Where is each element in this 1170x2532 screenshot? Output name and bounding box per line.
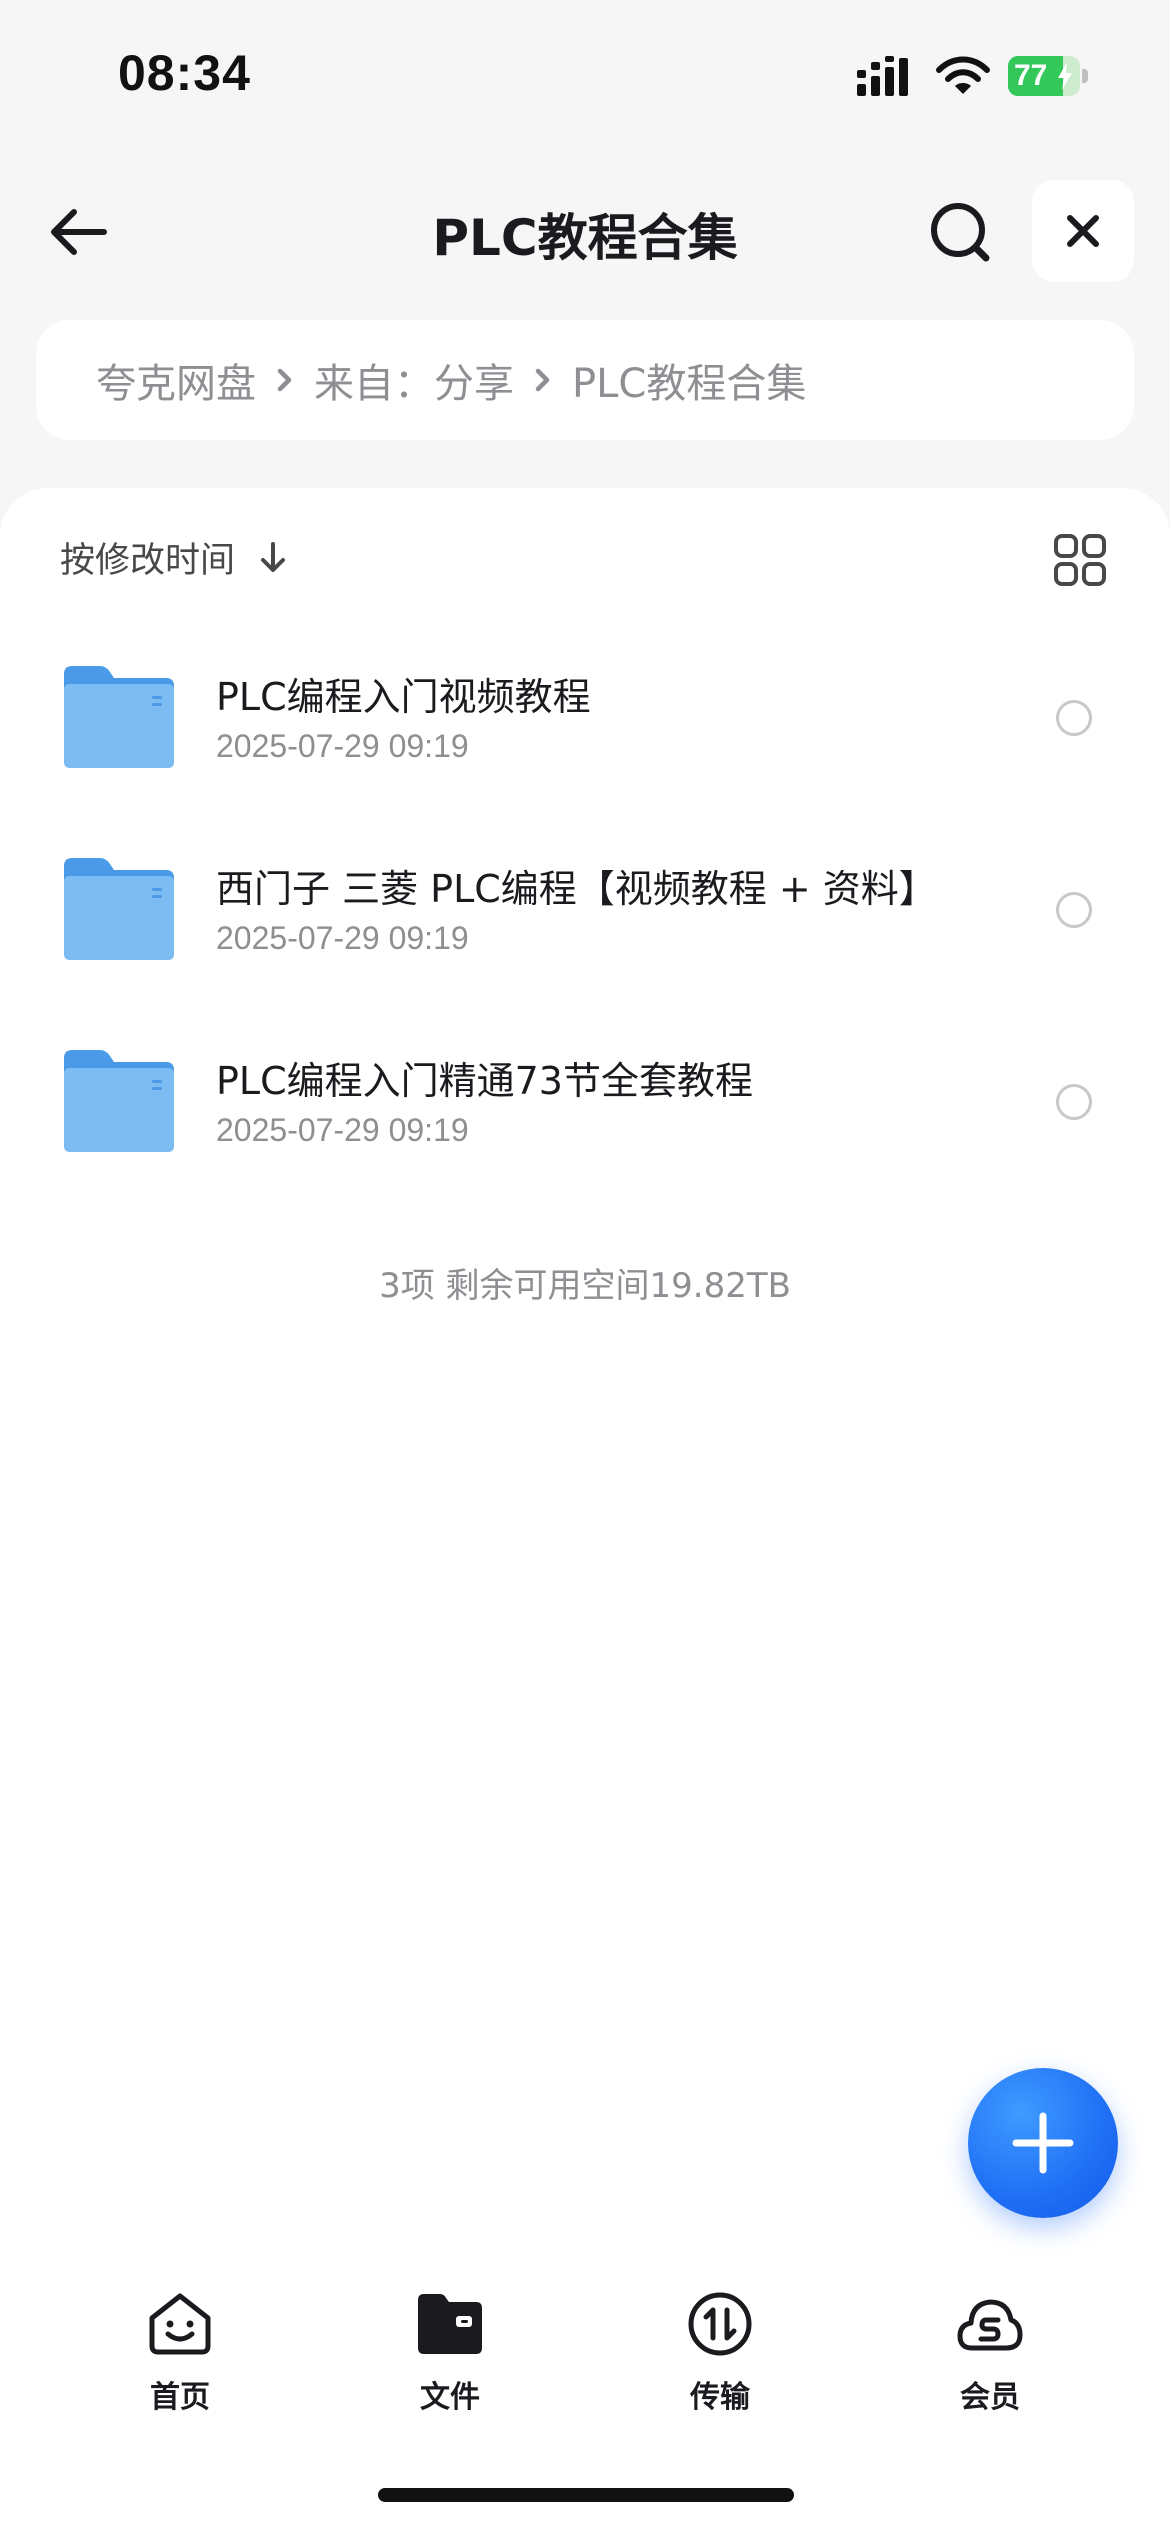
file-date: 2025-07-29 09:19 [216,920,469,956]
file-date: 2025-07-29 09:19 [216,1112,469,1148]
tab-transfer[interactable]: 传输 [630,2290,810,2420]
storage-summary: 3项 剩余可用空间19.82TB [379,1266,791,1306]
status-bar: 08:34 77 [0,0,1170,140]
file-name: 西门子 三菱 PLC编程【视频教程 + 资料】 [216,867,937,911]
breadcrumb-item-share[interactable]: 来自：分享 [314,351,514,409]
select-checkbox[interactable] [1056,1084,1092,1120]
chevron-right-icon [535,368,550,392]
back-arrow-icon [51,209,107,255]
back-button[interactable] [40,192,120,272]
grid-view-icon[interactable] [1048,528,1112,592]
close-button[interactable] [1032,180,1134,282]
home-indicator [378,2488,794,2502]
tab-home[interactable]: 首页 [90,2290,270,2420]
status-time: 08:34 [118,45,251,101]
close-icon [1067,215,1099,247]
file-name: PLC编程入门精通73节全套教程 [216,1059,753,1103]
tab-membership[interactable]: 会员 [900,2290,1080,2420]
plus-icon [1012,2112,1074,2174]
sort-label: 按修改时间 [60,541,236,581]
select-checkbox[interactable] [1056,892,1092,928]
file-list-panel: 按修改时间 PLC编程入门视频教程 2025-07-29 09:19 西门子 三… [0,488,1170,2532]
select-checkbox[interactable] [1056,700,1092,736]
file-name: PLC编程入门视频教程 [216,675,591,719]
breadcrumb-item-current[interactable]: PLC教程合集 [572,351,806,409]
file-date: 2025-07-29 09:19 [216,728,469,764]
tab-label: 传输 [690,2380,750,2415]
list-item[interactable]: 西门子 三菱 PLC编程【视频教程 + 资料】 2025-07-29 09:19 [0,810,1170,1002]
battery-charging-icon: 77 [1008,56,1088,96]
folder-icon [64,1050,174,1152]
sort-button[interactable]: 按修改时间 [60,532,293,583]
breadcrumb: 夸克网盘 来自：分享 PLC教程合集 [36,320,1134,440]
smiley-home-icon [149,2293,211,2355]
nav-bar: PLC教程合集 [0,170,1170,290]
folder-icon [64,858,174,960]
search-icon [931,203,990,262]
folder-icon [64,666,174,768]
folder-filled-icon [418,2294,482,2354]
cellular-signal-icon [857,56,908,96]
search-button[interactable] [920,192,1000,272]
list-item[interactable]: PLC编程入门视频教程 2025-07-29 09:19 [0,618,1170,810]
tab-files[interactable]: 文件 [360,2290,540,2420]
transfer-arrows-icon [688,2292,752,2356]
arrow-down-icon [261,541,286,572]
breadcrumb-item-root[interactable]: 夸克网盘 [96,351,256,409]
cloud-membership-icon [957,2299,1023,2351]
list-item[interactable]: PLC编程入门精通73节全套教程 2025-07-29 09:19 [0,1002,1170,1194]
add-button[interactable] [968,2068,1118,2218]
tab-label: 会员 [960,2380,1020,2415]
chevron-right-icon [277,368,292,392]
wifi-icon [936,56,990,94]
tab-label: 文件 [420,2380,480,2415]
bottom-tab-bar: 首页 文件 传输 会员 [0,2268,1170,2428]
tab-label: 首页 [150,2380,210,2415]
